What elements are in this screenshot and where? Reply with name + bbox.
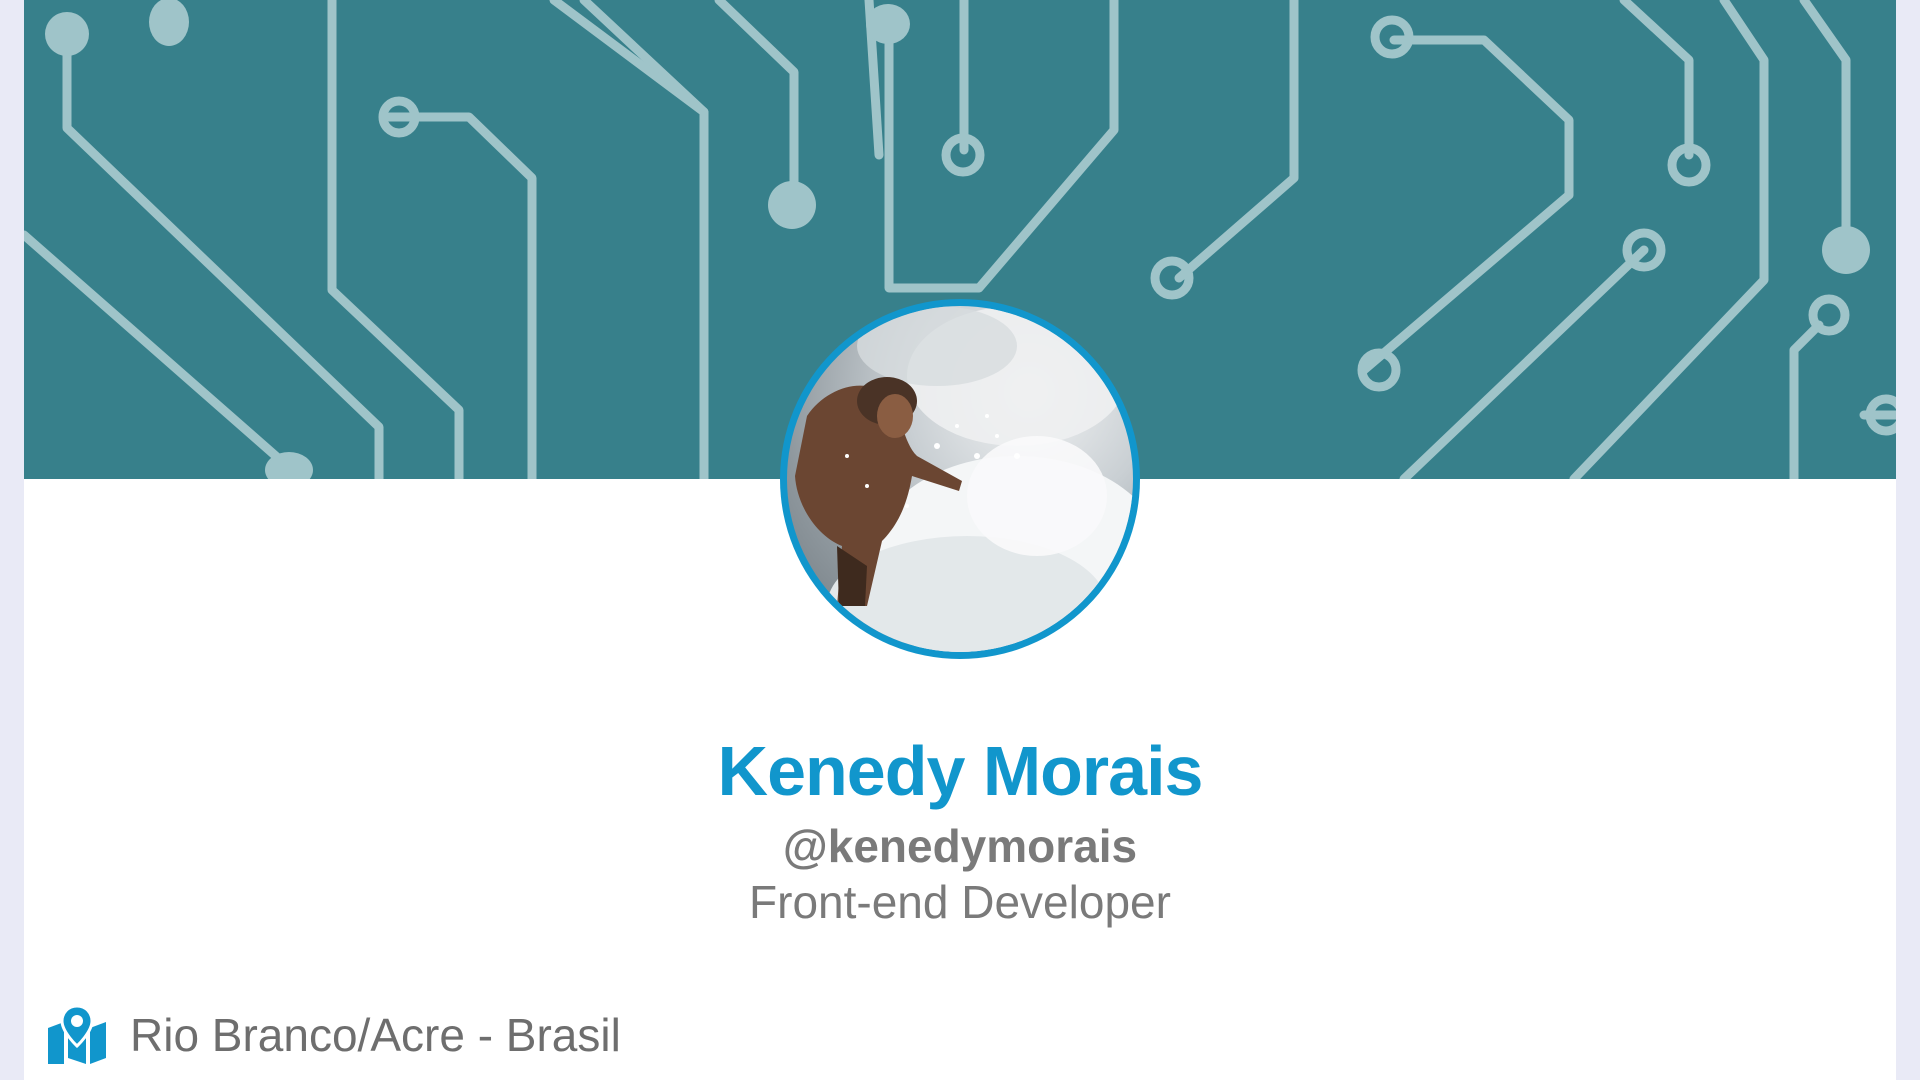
profile-name: Kenedy Morais — [717, 732, 1204, 810]
map-pin-icon — [48, 1004, 106, 1064]
avatar[interactable] — [787, 306, 1133, 652]
avatar-photo — [795, 306, 1133, 652]
profile-handle: @kenedymorais — [782, 820, 1138, 872]
profile-location: Rio Branco/Acre - Brasil — [46, 1000, 621, 1070]
avatar-frame — [780, 299, 1140, 659]
location-text: Rio Branco/Acre - Brasil — [130, 1009, 621, 1061]
profile-role: Front-end Developer — [749, 876, 1171, 928]
profile-card: Kenedy Morais @kenedymorais Front-end De… — [24, 0, 1896, 1080]
